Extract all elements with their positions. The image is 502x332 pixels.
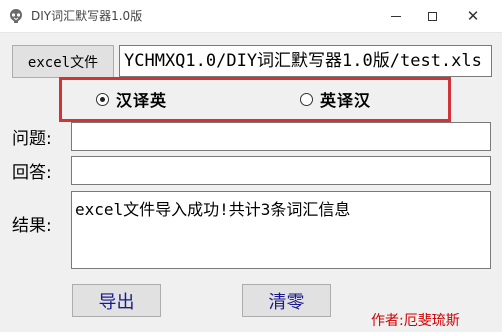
radio-english-to-chinese[interactable]: 英译汉 — [300, 89, 372, 110]
radio-circle[interactable] — [300, 92, 313, 106]
answer-label: 回答: — [12, 163, 52, 183]
close-icon: ✕ — [466, 7, 480, 25]
minimize-button[interactable] — [378, 0, 414, 32]
radio-label: 汉译英 — [116, 91, 168, 110]
radio-selected-dot — [100, 96, 105, 102]
window-title: DIY词汇默写器1.0版 — [31, 9, 143, 23]
result-label: 结果: — [12, 216, 52, 236]
minimize-icon — [391, 15, 401, 17]
radio-circle[interactable] — [96, 92, 109, 106]
radio-label: 英译汉 — [320, 91, 372, 110]
answer-field[interactable] — [71, 156, 491, 185]
app-logo-icon — [10, 9, 22, 23]
maximize-button[interactable] — [414, 0, 450, 32]
question-field[interactable] — [71, 122, 491, 151]
export-button[interactable]: 导出 — [72, 284, 161, 317]
maximize-icon — [427, 11, 437, 21]
excel-file-button[interactable]: excel文件 — [12, 45, 114, 78]
result-text: excel文件导入成功!共计3条词汇信息 — [75, 200, 351, 219]
radio-chinese-to-english[interactable]: 汉译英 — [96, 89, 168, 110]
file-path-field[interactable]: YCHMXQ1.0/DIY词汇默写器1.0版/test.xls — [119, 45, 492, 77]
title-bar: DIY词汇默写器1.0版 ✕ — [0, 0, 502, 33]
clear-button[interactable]: 清零 — [242, 284, 331, 317]
close-button[interactable]: ✕ — [455, 0, 491, 32]
author-credit: 作者:厄斐琉斯 — [371, 313, 460, 329]
question-label: 问题: — [12, 129, 52, 149]
